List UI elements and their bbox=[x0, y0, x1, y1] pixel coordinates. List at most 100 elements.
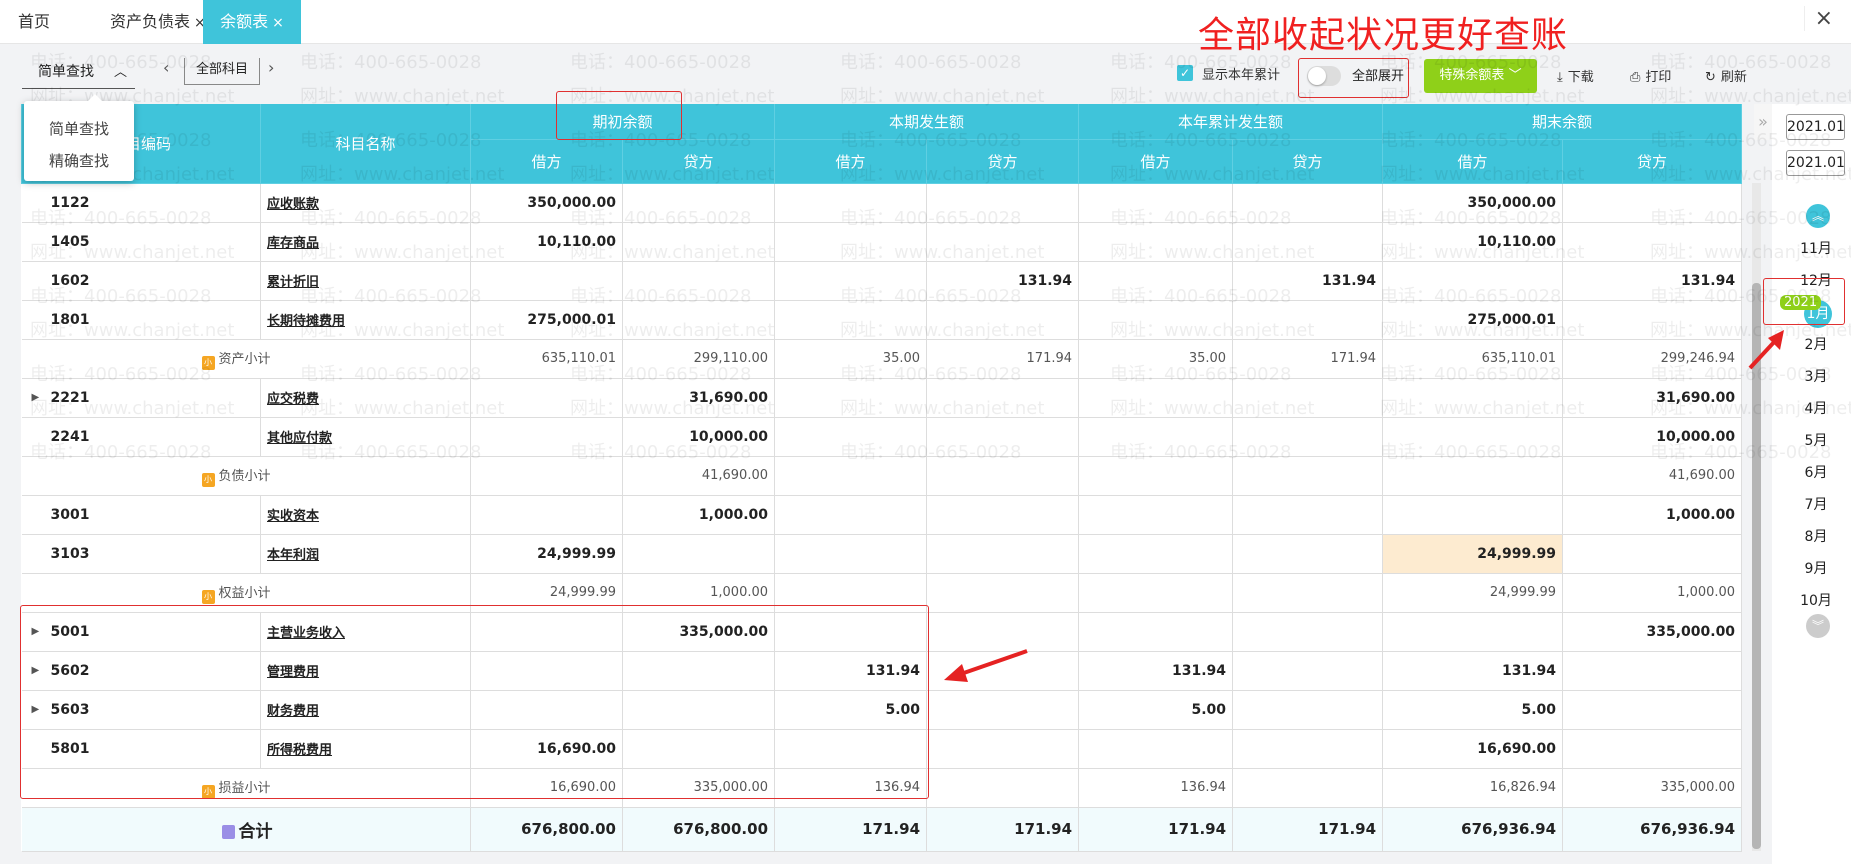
table-row[interactable]: 3001 实收资本 1,000.00 1,000.00 bbox=[21, 495, 1743, 535]
chevron-up-icon: ︿ bbox=[114, 65, 128, 80]
debit-cell bbox=[774, 222, 928, 262]
credit-cell: 31,690.00 bbox=[1562, 378, 1743, 418]
month-item[interactable]: 3月 bbox=[1790, 366, 1842, 386]
vertical-scrollbar[interactable] bbox=[1752, 183, 1761, 851]
download-button[interactable]: ⤓ 下载 bbox=[1557, 66, 1594, 85]
header-debit: 借方 bbox=[1078, 139, 1234, 184]
window-close-button[interactable]: × bbox=[1803, 6, 1833, 31]
credit-cell bbox=[1562, 729, 1743, 769]
scroll-down-icon[interactable]: ︾ bbox=[1806, 614, 1830, 638]
credit-cell: 10,000.00 bbox=[1562, 417, 1743, 457]
account-name-link[interactable]: 实收资本 bbox=[260, 495, 471, 535]
debit-cell bbox=[470, 456, 623, 496]
subject-selector[interactable]: 全部科目 bbox=[184, 58, 260, 85]
refresh-button[interactable]: ↻ 刷新 bbox=[1705, 66, 1747, 85]
header-closing-balance: 期末余额 bbox=[1382, 104, 1743, 140]
debit-cell: 10,110.00 bbox=[1382, 222, 1564, 262]
table-row[interactable]: 2241 其他应付款 10,000.00 10,000.00 bbox=[21, 417, 1743, 457]
account-name-link[interactable]: 应收账款 bbox=[260, 183, 471, 223]
menu-item-simple-search[interactable]: 简单查找 bbox=[24, 113, 134, 145]
table-row[interactable]: 1801 长期待摊费用 275,000.01 275,000.01 bbox=[21, 300, 1743, 340]
debit-cell: 275,000.01 bbox=[470, 300, 623, 340]
account-name-link[interactable]: 长期待摊费用 bbox=[260, 300, 471, 340]
debit-cell bbox=[470, 495, 623, 535]
table-row[interactable]: 3103 本年利润 24,999.99 24,999.99 bbox=[21, 534, 1743, 574]
debit-cell: 10,110.00 bbox=[470, 222, 623, 262]
month-item[interactable]: 7月 bbox=[1790, 494, 1842, 514]
credit-cell: 10,000.00 bbox=[622, 417, 776, 457]
tab-trial-balance[interactable]: 余额表 × bbox=[203, 0, 301, 44]
header-credit: 贷方 bbox=[1232, 139, 1384, 184]
month-item[interactable]: 4月 bbox=[1790, 398, 1842, 418]
start-period-input[interactable]: 2021.01 bbox=[1786, 114, 1845, 140]
account-name-link[interactable]: 库存商品 bbox=[260, 222, 471, 262]
prev-subject-button[interactable]: ‹ bbox=[163, 58, 169, 77]
credit-cell: 1,000.00 bbox=[1562, 573, 1743, 613]
credit-cell bbox=[926, 690, 1080, 730]
special-balance-label: 特殊余额表 bbox=[1439, 68, 1505, 83]
special-balance-button[interactable]: 特殊余额表 ﹀ bbox=[1424, 59, 1537, 93]
tab-balance-sheet[interactable]: 资产负债表 × bbox=[110, 0, 206, 44]
next-subject-button[interactable]: › bbox=[268, 58, 274, 77]
debit-cell bbox=[774, 495, 928, 535]
credit-cell: 31,690.00 bbox=[622, 378, 776, 418]
credit-cell: 1,000.00 bbox=[1562, 495, 1743, 535]
account-name-link[interactable]: 本年利润 bbox=[260, 534, 471, 574]
credit-cell bbox=[926, 456, 1080, 496]
header-credit: 贷方 bbox=[1562, 139, 1743, 184]
credit-cell bbox=[926, 183, 1080, 223]
month-item[interactable]: 9月 bbox=[1790, 558, 1842, 578]
expand-icon[interactable]: ▶ bbox=[32, 392, 40, 403]
month-item[interactable]: 2月 bbox=[1790, 334, 1842, 354]
tab-home[interactable]: 首页 bbox=[18, 0, 50, 44]
total-row[interactable]: 合计 676,800.00 676,800.00 171.94 171.94 171.94… bbox=[21, 807, 1743, 852]
collapse-panel-button[interactable]: » bbox=[1754, 104, 1772, 140]
scroll-up-icon[interactable]: ︽ bbox=[1806, 204, 1830, 228]
month-item[interactable]: 10月 bbox=[1790, 590, 1842, 610]
credit-cell bbox=[1232, 573, 1384, 613]
account-name-link[interactable]: 应交税费 bbox=[260, 378, 471, 418]
account-code: ▶ 2221 bbox=[21, 378, 261, 418]
month-item[interactable]: 11月 bbox=[1790, 238, 1842, 258]
end-period-input[interactable]: 2021.01 bbox=[1786, 150, 1845, 176]
debit-cell bbox=[1078, 183, 1234, 223]
search-mode-dropdown[interactable]: 简单查找 ︿ bbox=[22, 58, 135, 89]
credit-cell: 299,110.00 bbox=[622, 339, 776, 379]
debit-cell: 171.94 bbox=[774, 807, 928, 852]
table-row[interactable]: ▶ 2221 应交税费 31,690.00 31,690.00 bbox=[21, 378, 1743, 418]
expand-all-toggle[interactable] bbox=[1307, 66, 1341, 86]
credit-cell: 171.94 bbox=[1232, 807, 1384, 852]
subtotal-row[interactable]: 小资产小计 635,110.01 299,110.00 35.00 171.94 35.0… bbox=[21, 339, 1743, 379]
download-label: 下载 bbox=[1567, 70, 1594, 85]
debit-cell: 131.94 bbox=[1078, 651, 1234, 691]
subtotal-row[interactable]: 小负债小计 41,690.00 41,690.00 bbox=[21, 456, 1743, 496]
debit-cell: 275,000.01 bbox=[1382, 300, 1564, 340]
annotation-box bbox=[556, 91, 682, 140]
credit-cell bbox=[1232, 300, 1384, 340]
table-row[interactable]: 1405 库存商品 10,110.00 10,110.00 bbox=[21, 222, 1743, 262]
close-icon[interactable]: × bbox=[272, 15, 284, 31]
scrollbar-thumb[interactable] bbox=[1752, 283, 1761, 849]
account-code: 1602 bbox=[21, 261, 261, 301]
credit-cell bbox=[1232, 690, 1384, 730]
account-name-link[interactable]: 累计折旧 bbox=[260, 261, 471, 301]
debit-cell: 131.94 bbox=[1382, 651, 1564, 691]
subtotal-label: 合计 bbox=[21, 807, 471, 852]
print-button[interactable]: ⎙ 打印 bbox=[1630, 66, 1671, 85]
month-item[interactable]: 6月 bbox=[1790, 462, 1842, 482]
search-mode-label: 简单查找 bbox=[38, 64, 94, 80]
table-row[interactable]: 1122 应收账款 350,000.00 350,000.00 bbox=[21, 183, 1743, 223]
account-name-link[interactable]: 其他应付款 bbox=[260, 417, 471, 457]
debit-cell: 5.00 bbox=[1382, 690, 1564, 730]
menu-item-exact-search[interactable]: 精确查找 bbox=[24, 145, 134, 177]
table-row[interactable]: 1602 累计折旧 131.94 131.94 131.94 bbox=[21, 261, 1743, 301]
show-ytd-checkbox[interactable]: ✓ bbox=[1177, 65, 1193, 81]
debit-cell bbox=[1078, 534, 1234, 574]
watermark: 电话：400-665-0028 bbox=[570, 52, 752, 73]
watermark: 电话：400-665-0028 bbox=[840, 52, 1022, 73]
debit-cell: 16,690.00 bbox=[1382, 729, 1564, 769]
header-debit: 借方 bbox=[1382, 139, 1564, 184]
debit-cell bbox=[1382, 495, 1564, 535]
month-item[interactable]: 5月 bbox=[1790, 430, 1842, 450]
month-item[interactable]: 8月 bbox=[1790, 526, 1842, 546]
